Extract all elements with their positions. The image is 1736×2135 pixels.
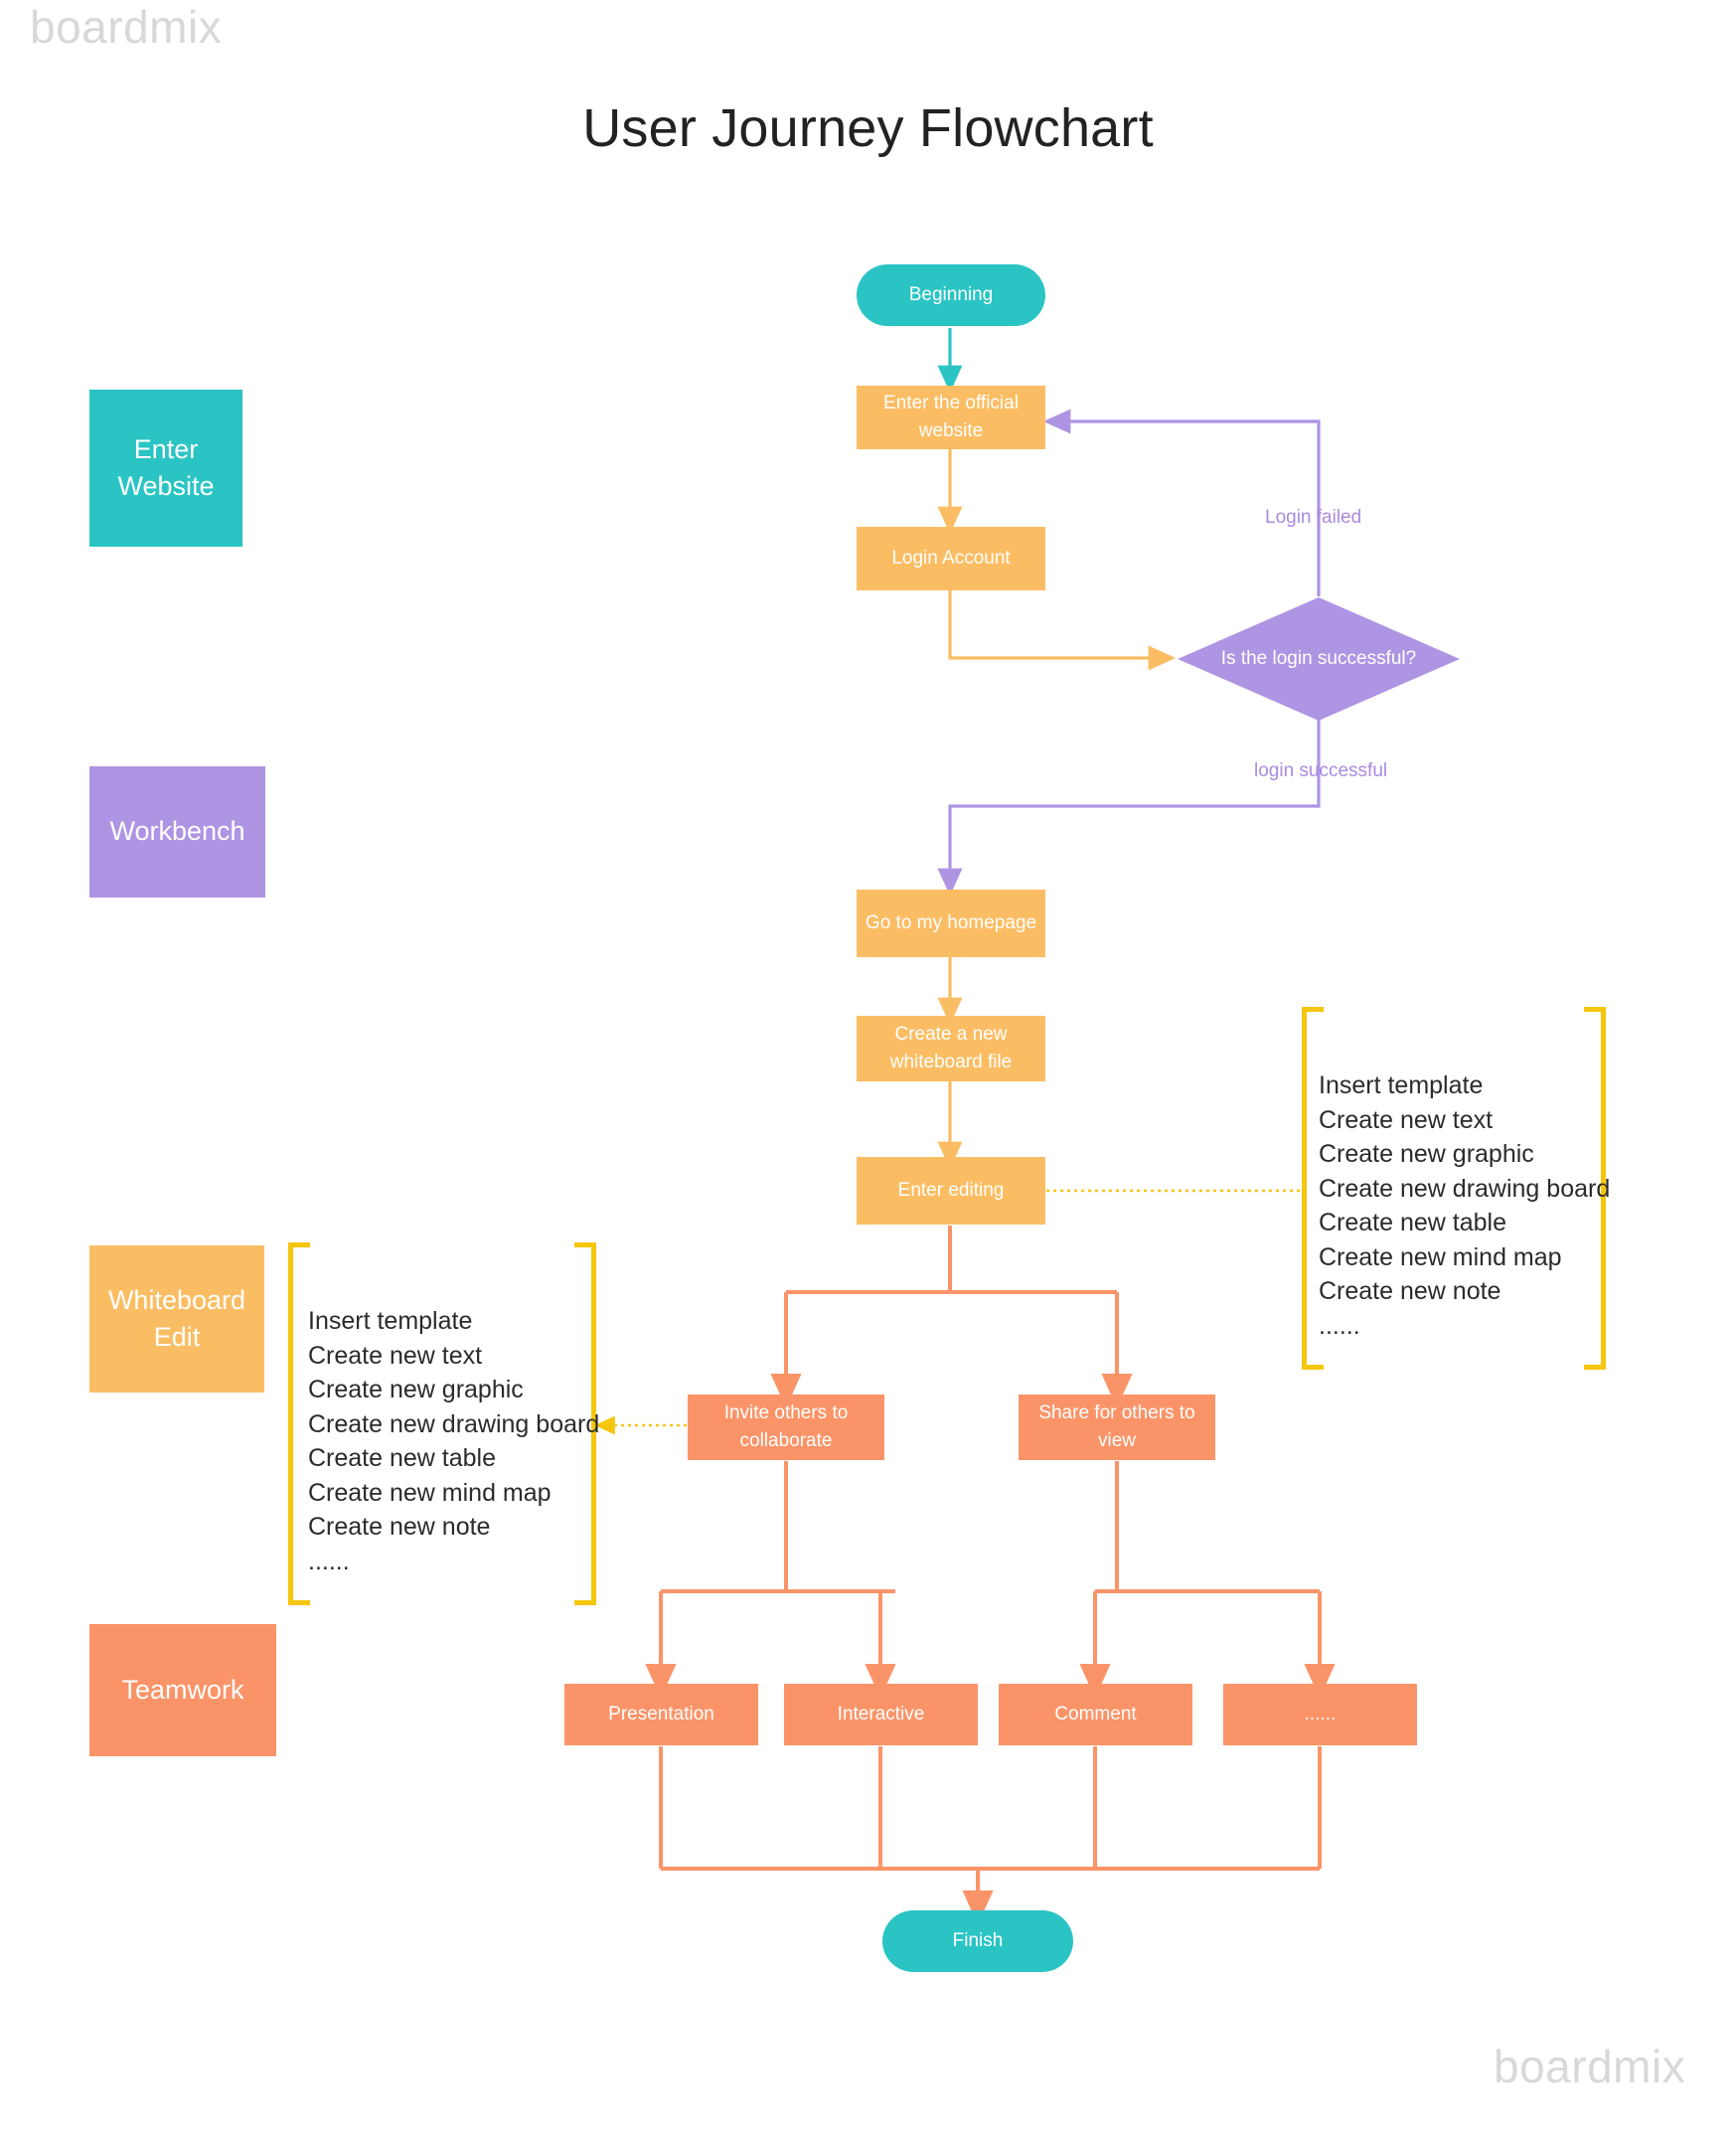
node-enter-editing[interactable]: Enter editing [857,1157,1045,1225]
node-share-view[interactable]: Share for others to view [1019,1395,1215,1460]
legend-item-workbench[interactable]: Workbench [89,766,265,898]
node-label: ...... [1304,1704,1337,1725]
edge-label-login-successful: login successful [1254,760,1388,781]
node-finish[interactable]: Finish [882,1910,1073,1972]
node-label: Presentation [608,1704,714,1725]
bracket-item: Create new mind map [1319,1242,1562,1271]
node-enter-website[interactable]: Enter the official website [857,386,1045,449]
legend-label: Teamwork [121,1674,244,1705]
node-more[interactable]: ...... [1223,1684,1417,1745]
node-label: Go to my homepage [865,912,1037,934]
node-comment[interactable]: Comment [999,1684,1192,1745]
page-title: User Journey Flowchart [582,98,1154,158]
bracket-items-right: Insert template Create new text Create n… [1319,1068,1610,1343]
bracket-item: Create new drawing board [1319,1174,1611,1203]
flowchart-canvas: boardmix boardmix User Journey Flowchart [0,0,1736,2135]
node-interactive[interactable]: Interactive [784,1684,978,1745]
watermark-top: boardmix [30,1,223,53]
bracket-item: Create new note [1319,1277,1501,1305]
bracket-item: Create new graphic [308,1376,524,1403]
node-label: Share for others to view [1038,1402,1195,1451]
bracket-item: Create new text [308,1341,483,1370]
node-label: Interactive [837,1704,925,1725]
node-label: Beginning [908,284,994,306]
bracket-item: Insert template [1319,1071,1484,1099]
node-label: Login Account [891,548,1011,570]
bracket-item: Create new mind map [308,1478,552,1507]
legend-item-enter-website[interactable]: Enter Website [89,390,242,547]
node-beginning[interactable]: Beginning [857,264,1045,326]
node-label: Enter the official website [883,393,1019,441]
node-go-to-homepage[interactable]: Go to my homepage [857,890,1045,957]
node-label: Finish [952,1930,1004,1952]
bracket-list-right: Insert template Create new text Create n… [1302,1007,1610,1370]
node-label: Enter editing [897,1180,1005,1202]
node-login-account[interactable]: Login Account [857,527,1045,590]
bracket-item: ...... [308,1547,350,1575]
node-label: Comment [1054,1704,1137,1725]
watermark-bottom: boardmix [1494,2041,1686,2092]
node-label: Create a new whiteboard file [889,1024,1013,1072]
legend-label: Whiteboard Edit [107,1284,246,1352]
legend-item-teamwork[interactable]: Teamwork [89,1624,276,1756]
bracket-item: Insert template [308,1307,473,1335]
node-label: Invite others to collaborate [723,1402,849,1451]
bracket-item: Create new table [1319,1209,1507,1236]
diamond-shape [1178,597,1460,721]
bracket-item: Create new note [308,1513,491,1541]
node-create-whiteboard-file[interactable]: Create a new whiteboard file [857,1016,1045,1081]
bracket-item: ...... [1319,1311,1360,1340]
bracket-item: Create new table [308,1444,497,1472]
legend-label: Enter Website [117,433,215,501]
node-invite-collaborate[interactable]: Invite others to collaborate [688,1395,884,1460]
legend-label: Workbench [109,816,245,847]
bracket-item: Create new text [1319,1105,1494,1134]
node-presentation[interactable]: Presentation [564,1684,758,1745]
node-decision-login[interactable]: Is the login successful? [1178,597,1460,721]
bracket-item: Create new drawing board [308,1409,600,1438]
bracket-item: Create new graphic [1319,1140,1534,1168]
bracket-list-left: Insert template Create new text Create n… [288,1242,599,1605]
edge-label-login-failed: Login failed [1265,507,1362,528]
bracket-left-edge [288,1242,310,1605]
legend-item-whiteboard-edit[interactable]: Whiteboard Edit [89,1245,264,1393]
bracket-items-left: Insert template Create new text Create n… [308,1304,599,1578]
